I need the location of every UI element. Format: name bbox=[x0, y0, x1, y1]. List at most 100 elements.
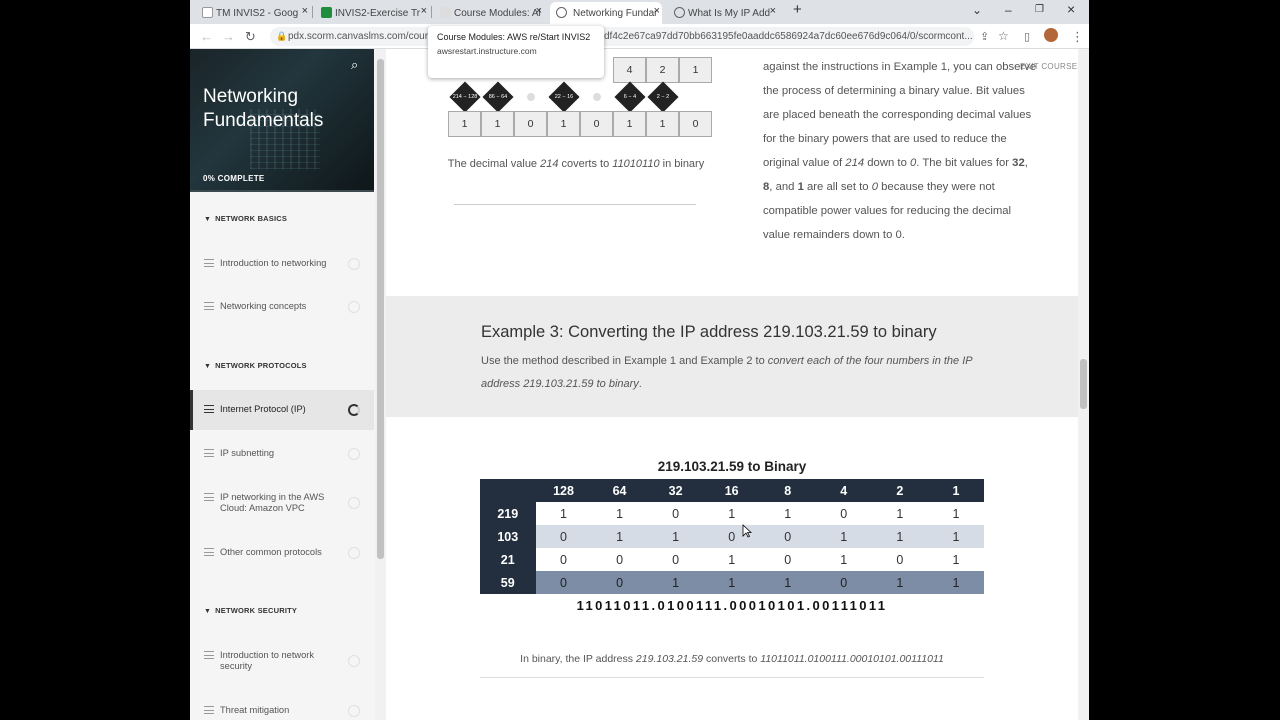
search-icon[interactable]: ⌕ bbox=[351, 57, 358, 73]
lesson-icon bbox=[204, 493, 214, 501]
table-row: 219 1 1 0 1 1 0 1 1 bbox=[480, 502, 984, 525]
lesson-icon bbox=[204, 449, 214, 457]
step-label: 2 − 2 bbox=[656, 94, 670, 100]
table-row: 59 0 0 1 1 1 0 1 1 bbox=[480, 571, 984, 594]
bit-cell: 1 bbox=[703, 502, 760, 525]
bit-cell: 0 bbox=[815, 502, 872, 525]
caret-down-icon: ▼ bbox=[204, 608, 212, 615]
minimize-button[interactable]: – bbox=[1005, 3, 1012, 17]
bit-cell: 0 bbox=[679, 111, 712, 137]
bit-cell: 0 bbox=[591, 571, 648, 594]
restore-button[interactable]: ❐ bbox=[1035, 4, 1044, 15]
bit-cell: 0 bbox=[535, 571, 592, 594]
bit-cell: 0 bbox=[591, 548, 648, 571]
binary-caption: In binary, the IP address 219.103.21.59 … bbox=[520, 653, 944, 665]
share-icon[interactable]: ⇪ bbox=[980, 30, 989, 43]
lesson-internet-protocol[interactable]: Internet Protocol (IP) bbox=[190, 390, 374, 430]
progress-label: 0% COMPLETE bbox=[203, 174, 265, 183]
binary-table-title: 219.103.21.59 to Binary bbox=[657, 459, 807, 474]
close-window-button[interactable]: × bbox=[1067, 1, 1075, 17]
sheets-icon bbox=[321, 7, 332, 18]
step-label: 6 − 4 bbox=[623, 94, 637, 100]
in-progress-icon bbox=[348, 404, 360, 416]
bit-cell: 1 bbox=[481, 111, 514, 137]
bit-cell: 1 bbox=[703, 548, 760, 571]
tab-tm-invis2[interactable]: TM INVIS2 - Goog × bbox=[202, 2, 310, 24]
section-network-security[interactable]: ▼ NETWORK SECURITY bbox=[204, 606, 297, 615]
google-drive-icon bbox=[202, 7, 213, 18]
bookmark-star-icon[interactable]: ☆ bbox=[998, 29, 1009, 43]
lesson-icon bbox=[204, 651, 214, 659]
bit-cell: 1 bbox=[815, 548, 872, 571]
bit-cell: 1 bbox=[703, 571, 760, 594]
forward-arrow-icon[interactable]: → bbox=[222, 29, 235, 44]
column-header: 8 bbox=[759, 479, 816, 502]
step-label: 22 − 16 bbox=[554, 94, 574, 100]
tab-course-modules[interactable]: Course Modules: Al × bbox=[440, 2, 544, 24]
column-header: 16 bbox=[703, 479, 760, 502]
tab-networking-fundamentals[interactable]: Networking Fundar × bbox=[550, 2, 662, 24]
power-cell: 2 bbox=[646, 57, 679, 83]
status-circle-icon bbox=[348, 705, 360, 717]
navigation-bar: ← → ↻ 🔒 pdx.scorm.canvaslms.com/cour df4… bbox=[190, 24, 1089, 49]
bit-cell: 0 bbox=[535, 525, 592, 548]
bit-cell: 1 bbox=[591, 502, 648, 525]
divider bbox=[454, 204, 696, 205]
reload-icon[interactable]: ↻ bbox=[245, 29, 256, 45]
globe-icon bbox=[674, 7, 685, 18]
status-circle-icon bbox=[348, 497, 360, 509]
binary-conversion-table: 128 64 32 16 8 4 2 1 219 1 1 0 1 1 0 1 1… bbox=[480, 479, 984, 594]
avatar[interactable] bbox=[1044, 28, 1058, 42]
bit-cell: 1 bbox=[591, 525, 648, 548]
course-title: Networking Fundamentals bbox=[203, 86, 324, 131]
divider bbox=[480, 677, 984, 678]
bit-cell: 0 bbox=[647, 502, 704, 525]
lesson-icon bbox=[204, 405, 214, 413]
tab-exercise[interactable]: INVIS2-Exercise Tr × bbox=[321, 2, 429, 24]
table-row: 21 0 0 0 1 0 1 0 1 bbox=[480, 548, 984, 571]
caret-down-icon: ▼ bbox=[204, 363, 212, 370]
bit-cell: 0 bbox=[759, 548, 816, 571]
globe-icon bbox=[556, 7, 567, 18]
close-tab-icon[interactable]: × bbox=[302, 5, 308, 17]
lesson-content: EXIT COURSE 4 2 1 214 − 128 86 − 64 22 −… bbox=[386, 49, 1089, 720]
section-network-protocols[interactable]: ▼ NETWORK PROTOCOLS bbox=[204, 361, 307, 370]
bit-cell: 1 bbox=[613, 111, 646, 137]
address-bar[interactable]: 🔒 pdx.scorm.canvaslms.com/cour df4c2e67c… bbox=[270, 27, 974, 46]
tab-what-is-my-ip[interactable]: What Is My IP Add × bbox=[674, 2, 778, 24]
bit-cell: 0 bbox=[580, 111, 613, 137]
bit-cell: 0 bbox=[535, 548, 592, 571]
bit-cell: 1 bbox=[927, 525, 984, 548]
menu-kebab-icon[interactable]: ⋮ bbox=[1071, 29, 1084, 45]
section-network-basics[interactable]: ▼ NETWORK BASICS bbox=[204, 214, 287, 223]
bit-cell: 1 bbox=[927, 502, 984, 525]
close-tab-icon[interactable]: × bbox=[770, 5, 776, 17]
bit-cell: 1 bbox=[871, 571, 928, 594]
content-scrollbar[interactable] bbox=[1078, 49, 1089, 720]
status-circle-icon bbox=[348, 301, 360, 313]
new-tab-button[interactable]: + bbox=[793, 1, 802, 18]
column-header: 4 bbox=[815, 479, 872, 502]
bit-cell: 0 bbox=[514, 111, 547, 137]
side-panel-icon[interactable]: ▯ bbox=[1024, 30, 1030, 43]
column-header: 64 bbox=[591, 479, 648, 502]
close-tab-icon[interactable]: × bbox=[421, 5, 427, 17]
power-cell: 4 bbox=[613, 57, 646, 83]
binary-result: 11011011.0100111.00010101.00111011 bbox=[576, 598, 888, 613]
close-tab-icon[interactable]: × bbox=[654, 5, 660, 17]
bit-cell: 0 bbox=[759, 525, 816, 548]
sidebar-scrollbar[interactable] bbox=[375, 49, 386, 720]
column-header: 32 bbox=[647, 479, 704, 502]
bit-cell: 1 bbox=[759, 571, 816, 594]
column-header: 2 bbox=[871, 479, 928, 502]
tab-strip: TM INVIS2 - Goog × INVIS2-Exercise Tr × … bbox=[190, 0, 1089, 24]
example2-explanation: against the instructions in Example 1, y… bbox=[763, 61, 1037, 241]
row-label: 59 bbox=[480, 571, 536, 594]
status-circle-icon bbox=[348, 655, 360, 667]
bit-cell: 1 bbox=[871, 502, 928, 525]
example3-header: Example 3: Converting the IP address 219… bbox=[386, 296, 1078, 417]
caret-down-icon: ▼ bbox=[204, 216, 212, 223]
close-tab-icon[interactable]: × bbox=[536, 5, 542, 17]
back-arrow-icon[interactable]: ← bbox=[200, 29, 213, 44]
tab-search-icon[interactable]: ⌄ bbox=[972, 3, 982, 17]
